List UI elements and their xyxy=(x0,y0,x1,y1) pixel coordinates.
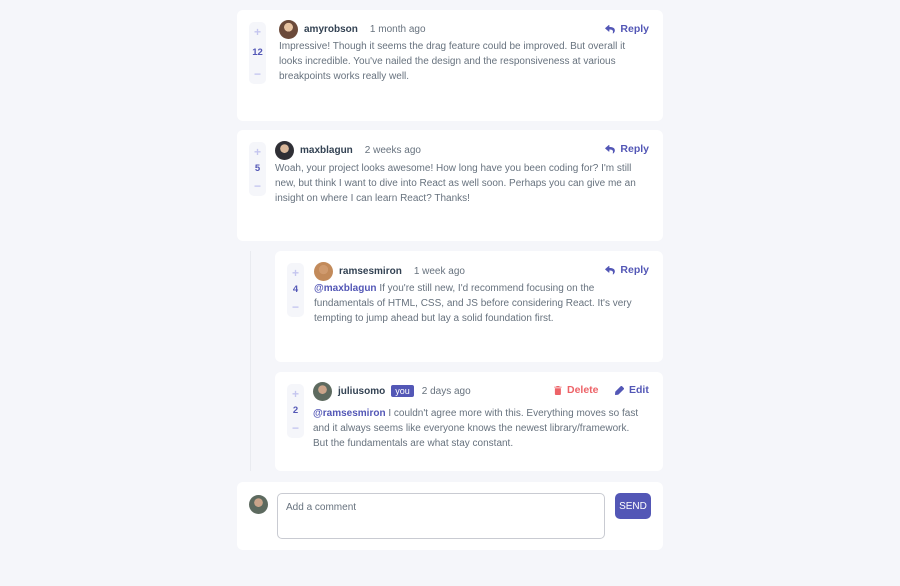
username[interactable]: juliusomo xyxy=(338,386,385,397)
reply-label: Reply xyxy=(620,264,649,276)
vote-control: + 2 − xyxy=(287,384,304,438)
reply-header: ramsesmiron 1 week ago xyxy=(314,261,465,281)
downvote-button[interactable]: − xyxy=(292,301,299,313)
downvote-button[interactable]: − xyxy=(292,422,299,434)
reply-date: 1 week ago xyxy=(413,265,465,277)
reply-text: @ramsesmiron I couldn't agree more with … xyxy=(313,406,639,452)
upvote-button[interactable]: + xyxy=(254,26,261,38)
reply-button[interactable]: Reply xyxy=(605,23,649,35)
vote-control: + 12 − xyxy=(249,22,266,84)
comment-date: 2 weeks ago xyxy=(364,144,421,156)
comment-date: 1 month ago xyxy=(369,23,426,35)
reply-thread-line xyxy=(250,251,251,471)
reply-card: + 4 − ramsesmiron 1 week ago Reply @maxb… xyxy=(275,251,663,362)
comment-card: + 12 − amyrobson 1 month ago Reply Impre… xyxy=(237,10,663,121)
username[interactable]: amyrobson xyxy=(304,24,358,35)
upvote-button[interactable]: + xyxy=(254,146,261,158)
score: 4 xyxy=(292,284,299,295)
avatar xyxy=(313,381,332,401)
mention-link[interactable]: @maxblagun xyxy=(314,283,377,294)
trash-icon xyxy=(554,385,562,395)
reply-button[interactable]: Reply xyxy=(605,264,649,276)
score: 5 xyxy=(254,163,261,174)
mention-link[interactable]: @ramsesmiron xyxy=(313,408,386,419)
comment-text: Impressive! Though it seems the drag fea… xyxy=(279,41,626,83)
edit-button[interactable]: Edit xyxy=(615,384,649,396)
delete-button[interactable]: Delete xyxy=(554,384,599,396)
avatar xyxy=(279,19,298,39)
reply-text: @maxblagun If you're still new, I'd reco… xyxy=(314,281,650,327)
pencil-icon xyxy=(615,385,624,395)
reply-icon xyxy=(605,144,616,153)
new-comment-card: Add a comment SEND xyxy=(237,482,663,550)
reply-header: juliusomo you 2 days ago xyxy=(313,381,471,401)
comment-input[interactable]: Add a comment xyxy=(277,493,605,539)
current-user-avatar xyxy=(249,495,268,514)
vote-control: + 5 − xyxy=(249,142,266,196)
vote-control: + 4 − xyxy=(287,263,304,317)
comment-header: maxblagun 2 weeks ago xyxy=(275,140,421,160)
you-badge: you xyxy=(391,385,414,397)
score: 2 xyxy=(292,405,299,416)
reply-icon xyxy=(605,24,616,33)
comment-header: amyrobson 1 month ago xyxy=(279,19,426,39)
upvote-button[interactable]: + xyxy=(292,267,299,279)
send-button[interactable]: SEND xyxy=(615,493,651,519)
delete-label: Delete xyxy=(567,384,599,396)
reply-button[interactable]: Reply xyxy=(605,143,649,155)
score: 12 xyxy=(252,47,263,58)
reply-icon xyxy=(605,265,616,274)
username[interactable]: ramsesmiron xyxy=(339,266,402,277)
reply-date: 2 days ago xyxy=(421,385,471,397)
comment-text: Woah, your project looks awesome! How lo… xyxy=(275,163,636,205)
downvote-button[interactable]: − xyxy=(254,180,261,192)
upvote-button[interactable]: + xyxy=(292,388,299,400)
downvote-button[interactable]: − xyxy=(254,68,261,80)
reply-label: Reply xyxy=(620,143,649,155)
reply-label: Reply xyxy=(620,23,649,35)
comment-card: + 5 − maxblagun 2 weeks ago Reply Woah, … xyxy=(237,130,663,241)
avatar xyxy=(314,261,333,281)
edit-label: Edit xyxy=(629,384,649,396)
username[interactable]: maxblagun xyxy=(300,145,353,156)
reply-card-own: + 2 − juliusomo you 2 days ago Delete Ed… xyxy=(275,372,663,471)
avatar xyxy=(275,140,294,160)
